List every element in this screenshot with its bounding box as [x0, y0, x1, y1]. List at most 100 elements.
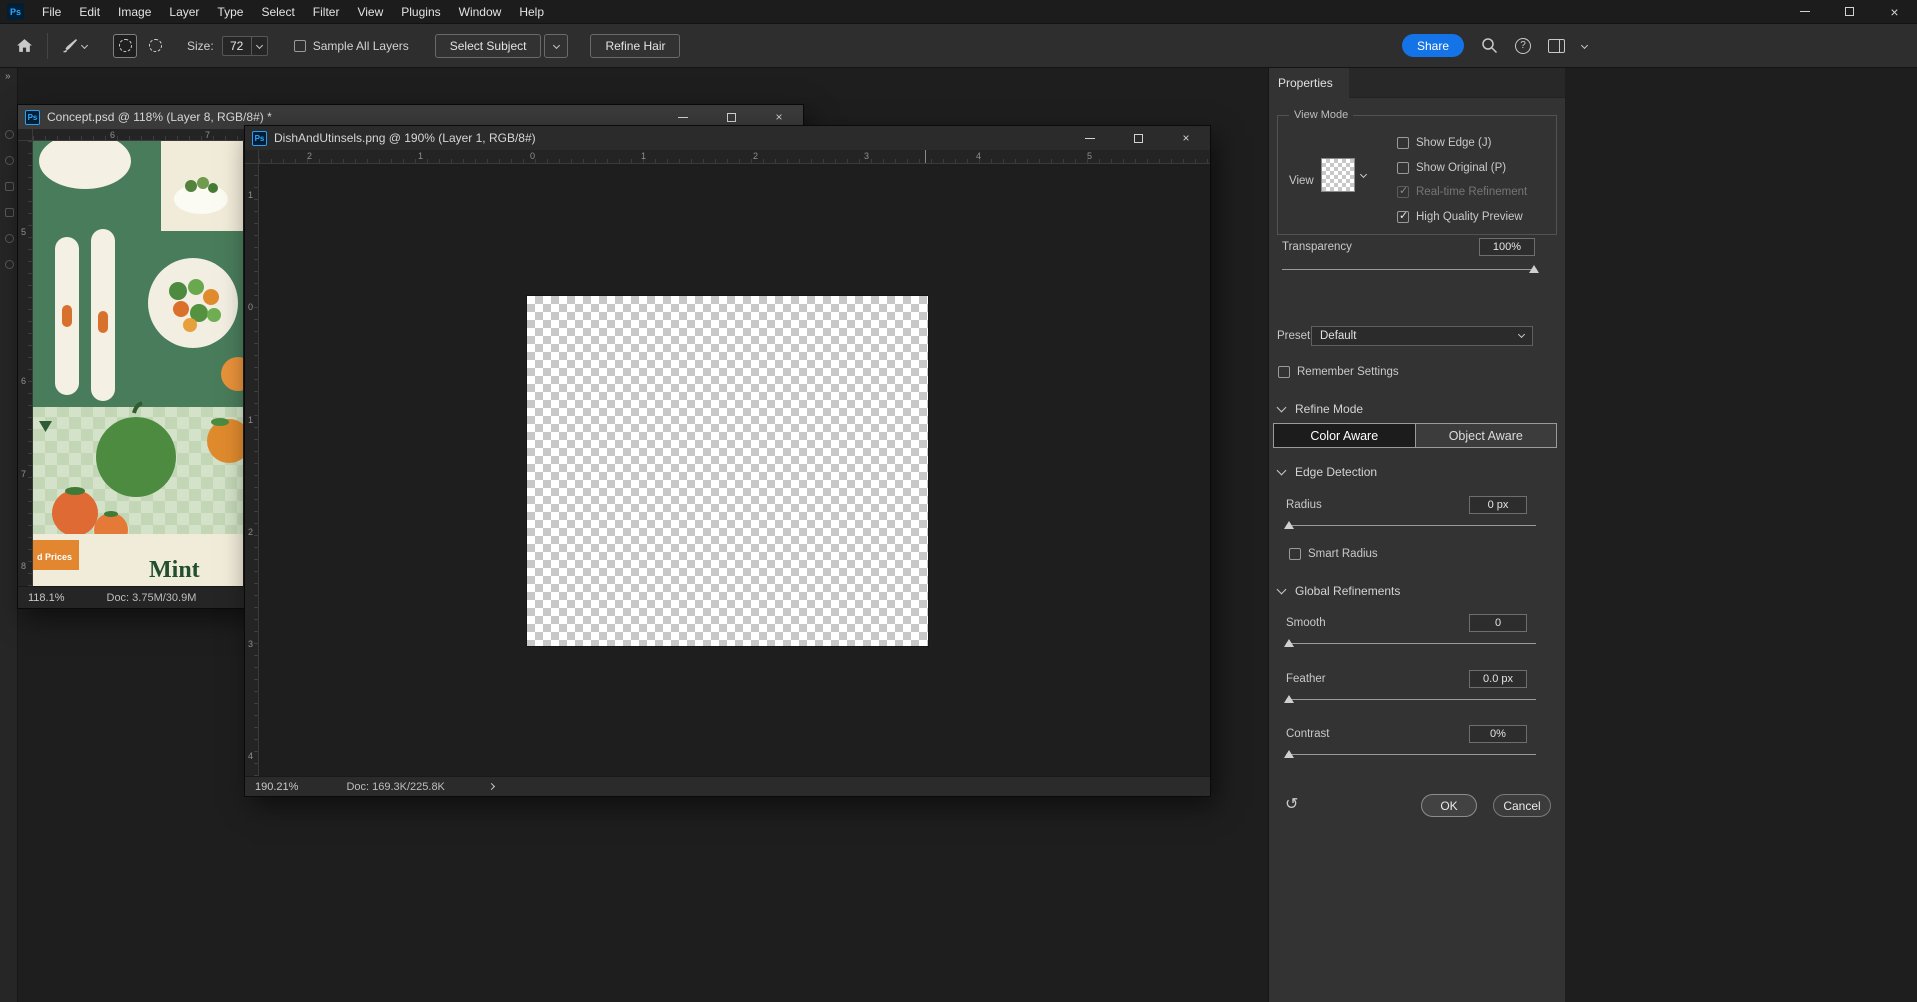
tab-properties[interactable]: Properties [1269, 68, 1349, 98]
concept-artwork: d Prices Mint [33, 141, 243, 586]
menu-file[interactable]: File [33, 0, 70, 24]
menu-bar: Ps File Edit Image Layer Type Select Fil… [0, 0, 1917, 24]
vertical-ruler: 5 6 7 8 [18, 141, 33, 586]
panels-icon[interactable] [1548, 38, 1566, 53]
menu-layer[interactable]: Layer [160, 0, 208, 24]
price-label-text: d Prices [37, 552, 72, 562]
contrast-slider[interactable] [1284, 749, 1536, 759]
menu-edit[interactable]: Edit [70, 0, 109, 24]
menu-type[interactable]: Type [208, 0, 252, 24]
cancel-button[interactable]: Cancel [1493, 794, 1551, 817]
app-close-button[interactable]: × [1872, 0, 1917, 24]
doc-maximize-button[interactable] [1114, 126, 1162, 150]
smooth-value-field[interactable]: 0 [1469, 614, 1527, 632]
search-icon[interactable] [1481, 37, 1498, 54]
slider-thumb[interactable] [1284, 521, 1294, 529]
contrast-value-field[interactable]: 0% [1469, 725, 1527, 743]
radius-slider[interactable] [1284, 520, 1536, 530]
tool-icon[interactable] [5, 182, 14, 191]
size-input[interactable]: 72 [221, 35, 252, 56]
transparency-value-field[interactable]: 100% [1479, 238, 1535, 256]
doc-close-button[interactable]: × [1162, 126, 1210, 150]
refine-hair-button[interactable]: Refine Hair [590, 33, 681, 58]
feather-value-field[interactable]: 0.0 px [1469, 670, 1527, 688]
menu-select[interactable]: Select [252, 0, 303, 24]
preset-label: Preset [1277, 330, 1311, 342]
doc-size-info: Doc: 3.75M/30.9M [106, 591, 197, 604]
doc-minimize-button[interactable] [1066, 126, 1114, 150]
collapse-panel-icon[interactable]: » [0, 68, 17, 82]
tool-icon[interactable] [5, 156, 14, 165]
slider-thumb[interactable] [1529, 265, 1539, 273]
menu-plugins[interactable]: Plugins [392, 0, 449, 24]
slider-thumb[interactable] [1284, 639, 1294, 647]
menu-window[interactable]: Window [450, 0, 511, 24]
slider-thumb[interactable] [1284, 750, 1294, 758]
size-dropdown-button[interactable] [251, 35, 268, 56]
help-icon[interactable]: ? [1515, 37, 1532, 54]
high-quality-preview-checkbox[interactable]: High Quality Preview [1397, 209, 1523, 223]
document-titlebar[interactable]: Ps DishAndUtinsels.png @ 190% (Layer 1, … [245, 126, 1210, 150]
menu-view[interactable]: View [348, 0, 392, 24]
transparency-slider[interactable] [1282, 264, 1539, 274]
remember-settings-checkbox[interactable]: Remember Settings [1278, 366, 1399, 378]
ruler-label: 5 [1087, 151, 1093, 161]
tool-icon[interactable] [5, 260, 14, 269]
tool-icon[interactable] [5, 234, 14, 243]
global-refinements-section-header[interactable]: Global Refinements [1276, 584, 1400, 598]
app-minimize-button[interactable] [1782, 0, 1827, 24]
select-subject-dropdown-button[interactable] [544, 33, 569, 58]
smooth-slider[interactable] [1284, 638, 1536, 648]
contrast-label: Contrast [1286, 728, 1330, 740]
feather-slider[interactable] [1284, 694, 1536, 704]
ok-button[interactable]: OK [1421, 794, 1477, 817]
concept-canvas-image[interactable]: d Prices Mint [33, 141, 243, 586]
share-button[interactable]: Share [1402, 34, 1465, 57]
brand-text: Mint [149, 557, 200, 583]
ruler-label: 3 [248, 639, 254, 649]
show-original-checkbox[interactable]: Show Original (P) [1397, 162, 1506, 174]
ruler-label: 4 [976, 151, 982, 161]
view-thumbnail[interactable] [1321, 158, 1355, 192]
edge-detection-section-header[interactable]: Edge Detection [1276, 465, 1377, 479]
slider-track [1286, 525, 1536, 526]
radius-value-field[interactable]: 0 px [1469, 496, 1527, 514]
chevron-down-icon [1517, 330, 1526, 339]
tool-icon[interactable] [5, 208, 14, 217]
ruler-label: 1 [418, 151, 424, 161]
menu-help[interactable]: Help [510, 0, 553, 24]
slider-thumb[interactable] [1284, 695, 1294, 703]
ruler-label: 7 [205, 130, 211, 140]
status-expand-icon[interactable] [487, 782, 495, 791]
zoom-level-field[interactable]: 190.21% [255, 781, 298, 793]
color-aware-button[interactable]: Color Aware [1274, 424, 1415, 447]
menu-image[interactable]: Image [109, 0, 160, 24]
selection-mode-subtract-button[interactable] [143, 34, 167, 58]
select-subject-button[interactable]: Select Subject [434, 33, 542, 58]
tool-icon[interactable] [5, 130, 14, 139]
selection-mode-add-button[interactable] [113, 33, 137, 58]
home-button[interactable] [16, 38, 33, 53]
brush-dropdown-icon [80, 41, 89, 50]
workspace-chevron-icon[interactable] [1580, 41, 1589, 50]
refine-mode-section-header[interactable]: Refine Mode [1276, 402, 1363, 416]
ruler-label: 1 [248, 190, 254, 200]
minimize-icon [1799, 11, 1810, 12]
sample-all-layers-checkbox[interactable]: Sample All Layers [293, 39, 409, 53]
preset-select[interactable]: Default [1311, 326, 1533, 346]
ruler-label: 6 [21, 376, 27, 386]
checkbox-label: High Quality Preview [1416, 211, 1523, 223]
object-aware-button[interactable]: Object Aware [1414, 424, 1556, 447]
smart-radius-checkbox[interactable]: Smart Radius [1289, 548, 1378, 560]
ruler-label: 0 [530, 151, 536, 161]
transparent-image-area[interactable] [527, 296, 928, 646]
menu-filter[interactable]: Filter [304, 0, 349, 24]
brush-options-button[interactable] [62, 38, 89, 54]
zoom-level-field[interactable]: 118.1% [28, 592, 65, 604]
close-icon: × [775, 110, 783, 124]
show-edge-checkbox[interactable]: Show Edge (J) [1397, 137, 1491, 149]
app-maximize-button[interactable] [1827, 0, 1872, 24]
document-canvas[interactable] [259, 164, 1210, 776]
reset-button[interactable]: ↺ [1285, 794, 1298, 814]
refine-mode-segmented-control: Color Aware Object Aware [1273, 423, 1557, 448]
